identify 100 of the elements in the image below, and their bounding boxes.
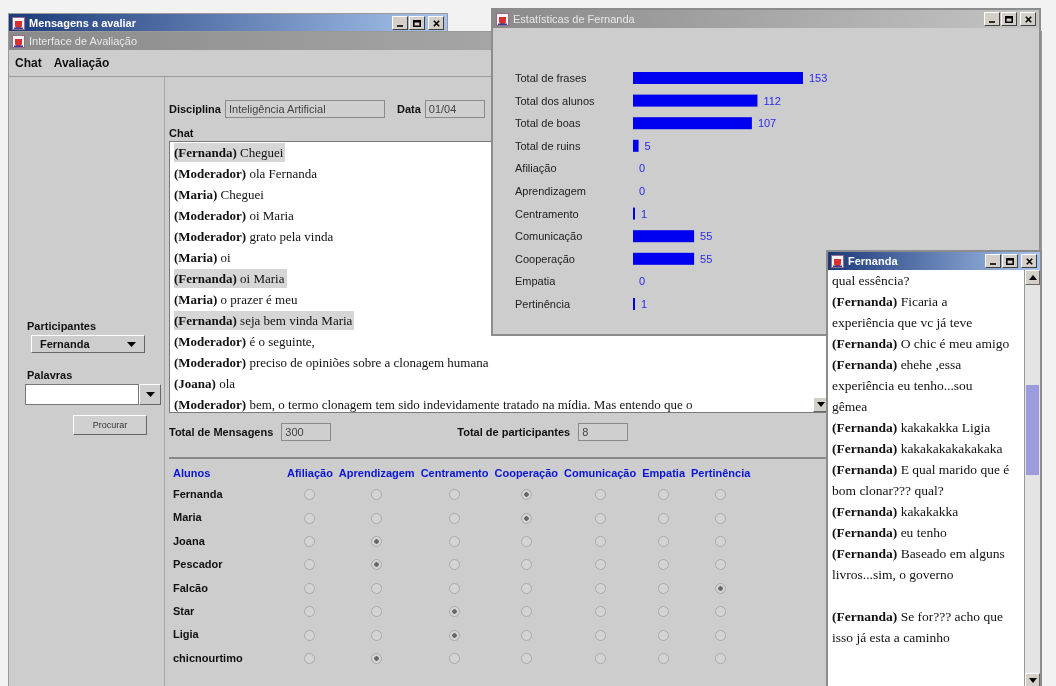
dropdown-arrow-icon — [145, 392, 155, 397]
radio-button[interactable] — [594, 559, 606, 571]
dropdown-button[interactable] — [139, 384, 161, 405]
student-name: Joana — [173, 533, 206, 549]
maximize-button[interactable] — [1001, 12, 1017, 26]
radio-button[interactable] — [658, 489, 670, 501]
search-button[interactable]: Procurar — [73, 415, 147, 435]
radio-button[interactable] — [449, 652, 461, 664]
radio-button[interactable] — [371, 629, 383, 641]
minimize-button[interactable] — [392, 16, 408, 30]
radio-button[interactable] — [658, 512, 670, 524]
chat-message: (Fernanda) Ficaria a experiência que vc já teve — [832, 293, 974, 332]
radio-button[interactable] — [304, 489, 316, 501]
chat-message: (Fernanda) O chic é meu amigo — [832, 335, 1010, 353]
radio-button[interactable] — [594, 512, 606, 524]
radio-button[interactable] — [520, 489, 532, 501]
category-label: Pertinência — [515, 298, 571, 310]
date-field[interactable]: 01/04 — [424, 100, 485, 118]
scroll-up-button[interactable] — [1025, 270, 1040, 285]
window-title: Estatísticas de Fernanda — [513, 13, 635, 25]
radio-button[interactable] — [304, 535, 316, 547]
radio-button[interactable] — [715, 606, 727, 618]
radio-button[interactable] — [658, 606, 670, 618]
app-icon — [831, 254, 844, 268]
chart-bar — [633, 230, 695, 243]
total-field[interactable]: 8 — [578, 423, 629, 441]
radio-button[interactable] — [371, 535, 383, 547]
radio-button[interactable] — [371, 512, 383, 524]
radio-button[interactable] — [520, 559, 532, 571]
radio-button[interactable] — [371, 489, 383, 501]
radio-button[interactable] — [658, 535, 670, 547]
maximize-button[interactable] — [1002, 254, 1018, 268]
radio-button[interactable] — [715, 512, 727, 524]
radio-button[interactable] — [594, 489, 606, 501]
radio-button[interactable] — [371, 606, 383, 618]
maximize-button[interactable] — [409, 16, 425, 30]
radio-button[interactable] — [371, 559, 383, 571]
radio-button[interactable] — [658, 582, 670, 594]
radio-button[interactable] — [449, 629, 461, 641]
radio-button[interactable] — [449, 489, 461, 501]
scroll-thumb[interactable] — [1026, 385, 1039, 475]
down-arrow-icon — [1028, 678, 1037, 683]
radio-button[interactable] — [304, 582, 316, 594]
date-label: Data — [396, 103, 421, 115]
close-button[interactable] — [1021, 254, 1037, 268]
radio-button[interactable] — [658, 629, 670, 641]
radio-button[interactable] — [304, 559, 316, 571]
chat-message: (Joana) ola — [174, 375, 237, 393]
radio-button[interactable] — [594, 582, 606, 594]
scrollbar[interactable] — [1024, 270, 1040, 686]
scroll-down-button[interactable] — [1025, 673, 1040, 686]
radio-button[interactable] — [371, 582, 383, 594]
minimize-button[interactable] — [984, 12, 1000, 26]
words-field[interactable] — [25, 384, 139, 405]
radio-button[interactable] — [449, 559, 461, 571]
total-label: Total de participantes — [457, 426, 571, 438]
radio-button[interactable] — [520, 606, 532, 618]
chat-message: (Moderador) oi Maria — [174, 207, 295, 225]
close-button[interactable] — [1020, 12, 1036, 26]
up-arrow-icon — [1028, 275, 1037, 280]
minimize-icon — [989, 21, 995, 23]
radio-button[interactable] — [304, 512, 316, 524]
radio-button[interactable] — [715, 582, 727, 594]
window-title: Fernanda — [848, 255, 898, 267]
menu-item[interactable]: Avaliação — [53, 56, 110, 70]
radio-button[interactable] — [594, 652, 606, 664]
radio-button[interactable] — [449, 606, 461, 618]
radio-button[interactable] — [594, 535, 606, 547]
radio-button[interactable] — [594, 606, 606, 618]
participant-dropdown[interactable]: Fernanda — [31, 335, 145, 353]
radio-button[interactable] — [520, 512, 532, 524]
chat-message: (Moderador) ola Fernanda — [174, 165, 318, 183]
radio-button[interactable] — [304, 652, 316, 664]
radio-button[interactable] — [715, 559, 727, 571]
radio-button[interactable] — [658, 652, 670, 664]
radio-button[interactable] — [715, 652, 727, 664]
radio-button[interactable] — [715, 629, 727, 641]
menu-item[interactable]: Chat — [15, 56, 42, 70]
discipline-field[interactable]: Inteligência Artificial — [224, 100, 385, 118]
radio-button[interactable] — [304, 606, 316, 618]
radio-button[interactable] — [715, 489, 727, 501]
radio-button[interactable] — [304, 629, 316, 641]
total-field[interactable]: 300 — [281, 423, 332, 441]
minimize-button[interactable] — [985, 254, 1001, 268]
radio-button[interactable] — [449, 535, 461, 547]
radio-button[interactable] — [594, 629, 606, 641]
radio-button[interactable] — [715, 535, 727, 547]
discipline-label: Disciplina — [169, 103, 221, 115]
close-button[interactable] — [428, 16, 444, 30]
radio-button[interactable] — [449, 512, 461, 524]
radio-button[interactable] — [520, 652, 532, 664]
radio-button[interactable] — [520, 535, 532, 547]
radio-button[interactable] — [371, 652, 383, 664]
chat-message: (Fernanda) kakakakka Ligia — [832, 419, 991, 437]
radio-button[interactable] — [520, 582, 532, 594]
category-label: Centramento — [515, 207, 579, 220]
radio-button[interactable] — [520, 629, 532, 641]
radio-button[interactable] — [658, 559, 670, 571]
radio-button[interactable] — [449, 582, 461, 594]
chat-message: (Maria) o prazer é meu — [174, 291, 299, 309]
